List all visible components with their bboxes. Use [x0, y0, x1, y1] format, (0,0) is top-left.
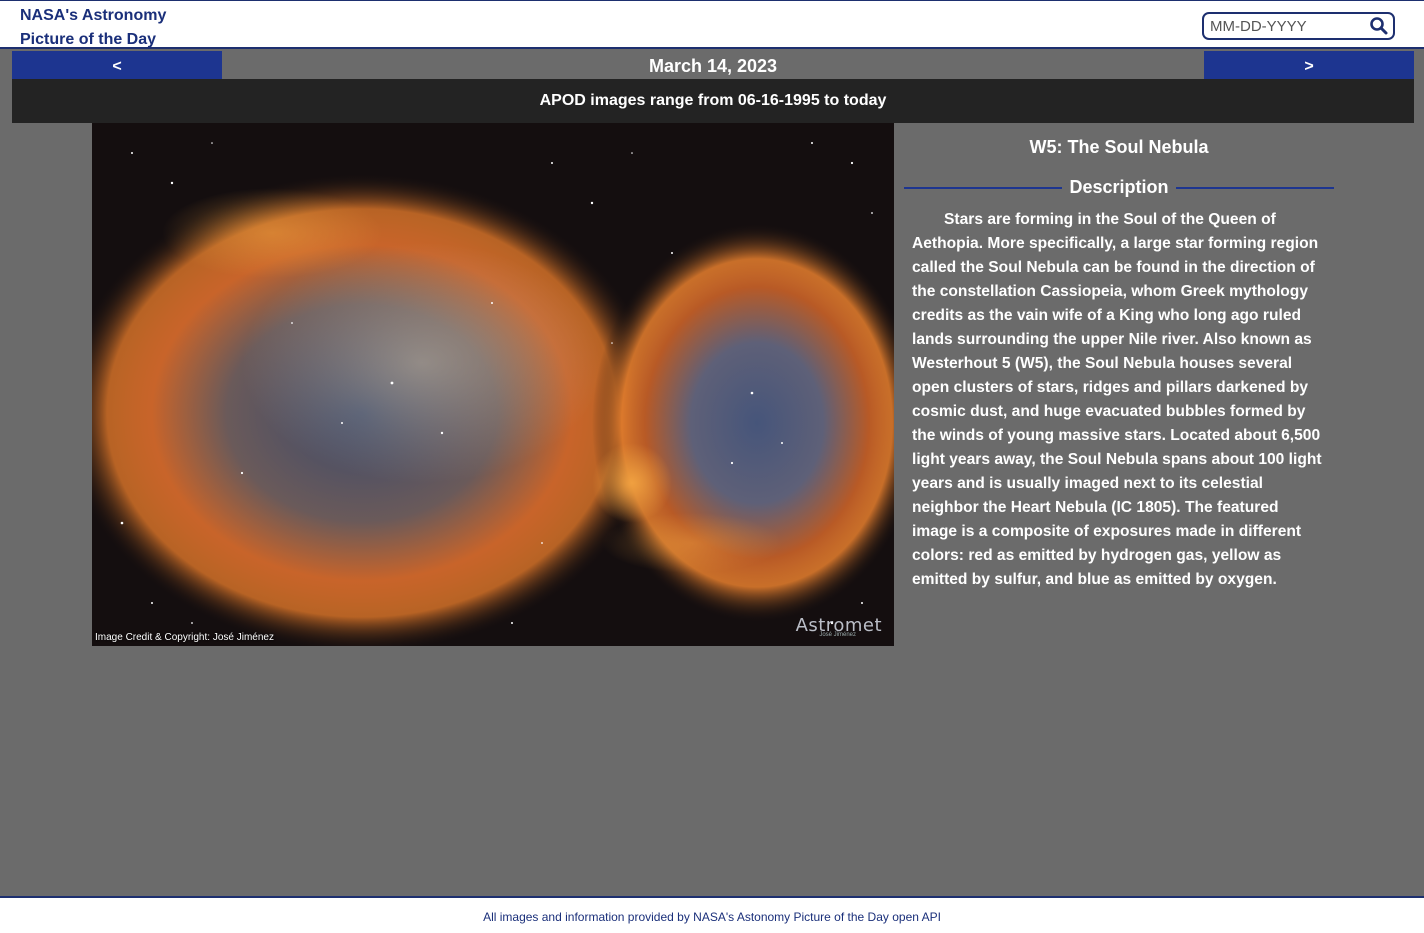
heading-divider-left [904, 187, 1062, 189]
apod-title: W5: The Soul Nebula [1029, 137, 1209, 157]
heading-divider-right [1176, 187, 1334, 189]
apod-image[interactable]: Astromet José Jiménez Image Credit & Cop… [92, 123, 894, 646]
site-brand[interactable]: NASA's Astronomy Picture of the Day [20, 4, 166, 52]
site-footer: All images and information provided by N… [0, 896, 1424, 933]
description-heading-label: Description [1069, 177, 1169, 197]
nebula-image-art [92, 123, 894, 646]
apod-info-panel: W5: The Soul Nebula Description Stars ar… [904, 123, 1334, 592]
brand-line-1[interactable]: NASA's Astronomy [20, 4, 166, 28]
next-day-button[interactable]: > [1204, 51, 1414, 79]
search-icon[interactable] [1369, 16, 1389, 36]
date-range-notice: APOD images range from 06-16-1995 to tod… [12, 79, 1414, 123]
date-search-box [1202, 12, 1395, 40]
date-search-input[interactable] [1210, 16, 1360, 36]
image-credit: Image Credit & Copyright: José Jiménez [95, 632, 274, 643]
date-navigation-bar: < March 14, 2023 > [12, 51, 1414, 79]
current-date: March 14, 2023 [648, 56, 778, 76]
brand-line-2[interactable]: Picture of the Day [20, 28, 166, 52]
description-heading: Description [904, 175, 1334, 199]
watermark-author: José Jiménez [819, 632, 856, 638]
footer-attribution: All images and information provided by N… [483, 910, 941, 924]
apod-description: Stars are forming in the Soul of the Que… [912, 211, 1322, 588]
site-header: NASA's Astronomy Picture of the Day [0, 0, 1424, 49]
previous-day-button[interactable]: < [12, 51, 222, 79]
